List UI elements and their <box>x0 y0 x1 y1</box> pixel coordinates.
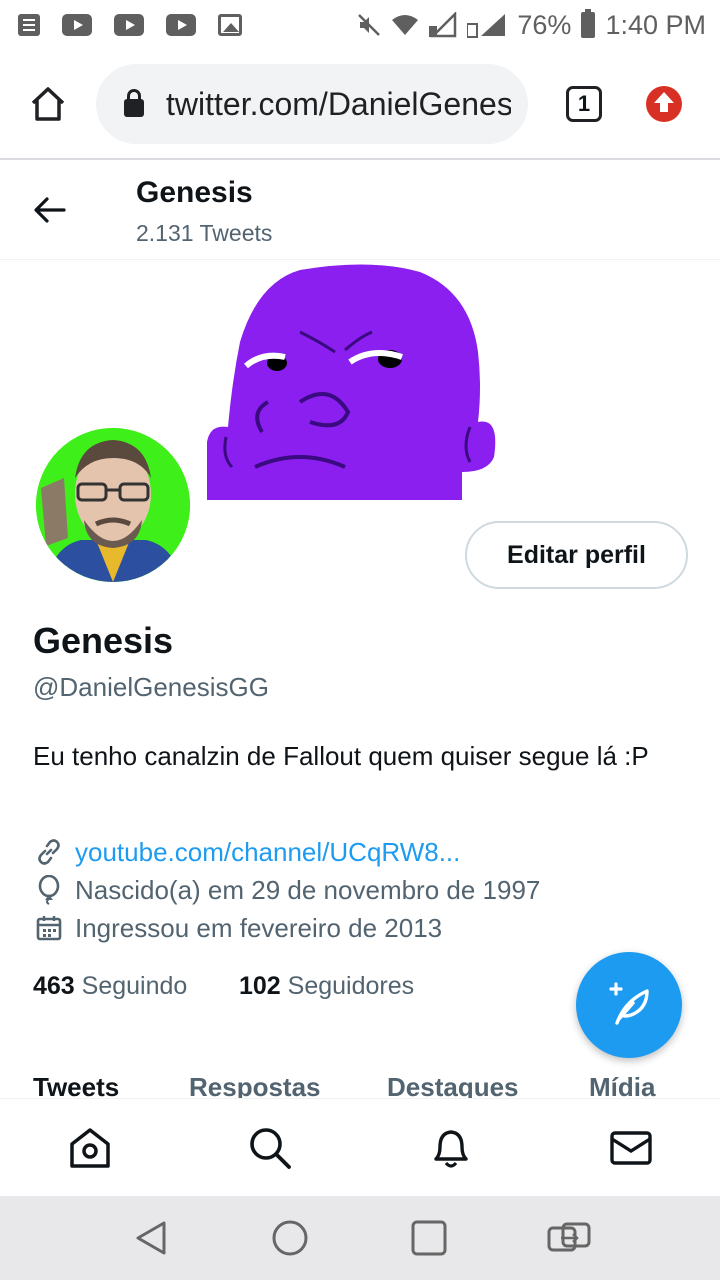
compose-feather-icon <box>609 982 649 1025</box>
mute-icon <box>358 14 381 36</box>
tab-tweets[interactable]: Tweets <box>33 1072 119 1098</box>
following-count: 463 <box>33 972 75 1000</box>
update-chrome-icon[interactable] <box>646 86 682 122</box>
profile-website[interactable]: youtube.com/channel/UCqRW8... <box>33 836 460 868</box>
profile-joined: Ingressou em fevereiro de 2013 <box>33 912 442 944</box>
link-icon <box>33 836 65 868</box>
calendar-icon <box>33 912 65 944</box>
header-name: Genesis <box>136 176 253 209</box>
home-button[interactable] <box>0 49 96 159</box>
swap-screens-icon <box>547 1222 591 1252</box>
document-icon <box>18 14 40 36</box>
profile-header-bar: Genesis 2.131 Tweets <box>0 162 720 260</box>
tab-switcher-button[interactable]: 1 <box>566 86 602 122</box>
system-switch-app-button[interactable] <box>547 1218 591 1258</box>
back-button[interactable] <box>30 190 70 230</box>
following-label: Seguindo <box>81 972 188 1000</box>
clock: 1:40 PM <box>605 9 706 40</box>
browser-toolbar: twitter.com/DanielGenes 1 <box>0 50 720 160</box>
youtube-icon <box>62 14 92 36</box>
image-icon <box>218 14 242 36</box>
system-back-button[interactable] <box>132 1218 172 1258</box>
status-bar: 76% 1:40 PM <box>0 0 720 50</box>
edit-profile-button[interactable]: Editar perfil <box>465 521 688 589</box>
profile-avatar[interactable] <box>32 424 194 586</box>
home-icon <box>31 87 65 121</box>
arrow-left-icon <box>34 197 66 223</box>
triangle-back-icon <box>136 1221 166 1255</box>
followers-stat[interactable]: 102 Seguidores <box>239 972 414 1001</box>
battery-icon <box>581 9 596 38</box>
nav-home[interactable] <box>67 1125 113 1171</box>
birthdate-text: Nascido(a) em 29 de novembro de 1997 <box>75 874 541 905</box>
avatar-image <box>36 428 190 582</box>
profile-name: Genesis <box>33 620 174 661</box>
battery-percent: 76% <box>517 9 572 40</box>
tab-highlights[interactable]: Destaques <box>387 1072 519 1098</box>
profile-handle: @DanielGenesisGG <box>33 672 269 702</box>
system-home-button[interactable] <box>270 1218 310 1258</box>
profile-birthdate: Nascido(a) em 29 de novembro de 1997 <box>33 874 540 906</box>
bottom-navigation <box>0 1098 720 1196</box>
signal-icon-2 <box>467 14 506 38</box>
followers-count: 102 <box>239 972 281 1000</box>
joined-text: Ingressou em fevereiro de 2013 <box>75 912 443 943</box>
system-status: 76% 1:40 PM <box>357 9 706 41</box>
tab-media[interactable]: Mídia <box>589 1072 655 1098</box>
system-recents-button[interactable] <box>409 1218 449 1258</box>
lock-icon <box>124 89 144 117</box>
notification-icons <box>18 14 242 36</box>
following-stat[interactable]: 463 Seguindo <box>33 972 187 1001</box>
nav-search[interactable] <box>247 1125 293 1171</box>
nav-notifications[interactable] <box>428 1125 474 1171</box>
circle-home-icon <box>272 1220 308 1256</box>
profile-tabs: Tweets Respostas Destaques Mídia <box>0 1068 720 1098</box>
profile-bio: Eu tenho canalzin de Fallout quem quiser… <box>33 741 649 771</box>
nav-messages[interactable] <box>608 1125 654 1171</box>
website-link[interactable]: youtube.com/channel/UCqRW8... <box>75 837 460 868</box>
youtube-icon <box>166 14 196 36</box>
home-icon <box>70 1128 110 1168</box>
compose-tweet-button[interactable] <box>576 952 682 1058</box>
square-recents-icon <box>411 1220 447 1256</box>
tweet-count: 2.131 Tweets <box>136 220 273 246</box>
tab-replies[interactable]: Respostas <box>189 1072 321 1098</box>
tab-count: 1 <box>577 91 591 116</box>
search-icon <box>250 1128 291 1169</box>
mail-icon <box>610 1131 652 1165</box>
wifi-icon <box>392 15 419 35</box>
youtube-icon <box>114 14 144 36</box>
balloon-icon <box>33 874 65 906</box>
address-bar[interactable]: twitter.com/DanielGenes <box>96 64 528 144</box>
system-navigation-bar <box>0 1196 720 1280</box>
bell-icon <box>434 1130 468 1168</box>
signal-icon-1 <box>429 12 457 38</box>
url-text: twitter.com/DanielGenes <box>166 85 511 122</box>
followers-label: Seguidores <box>287 972 415 1000</box>
